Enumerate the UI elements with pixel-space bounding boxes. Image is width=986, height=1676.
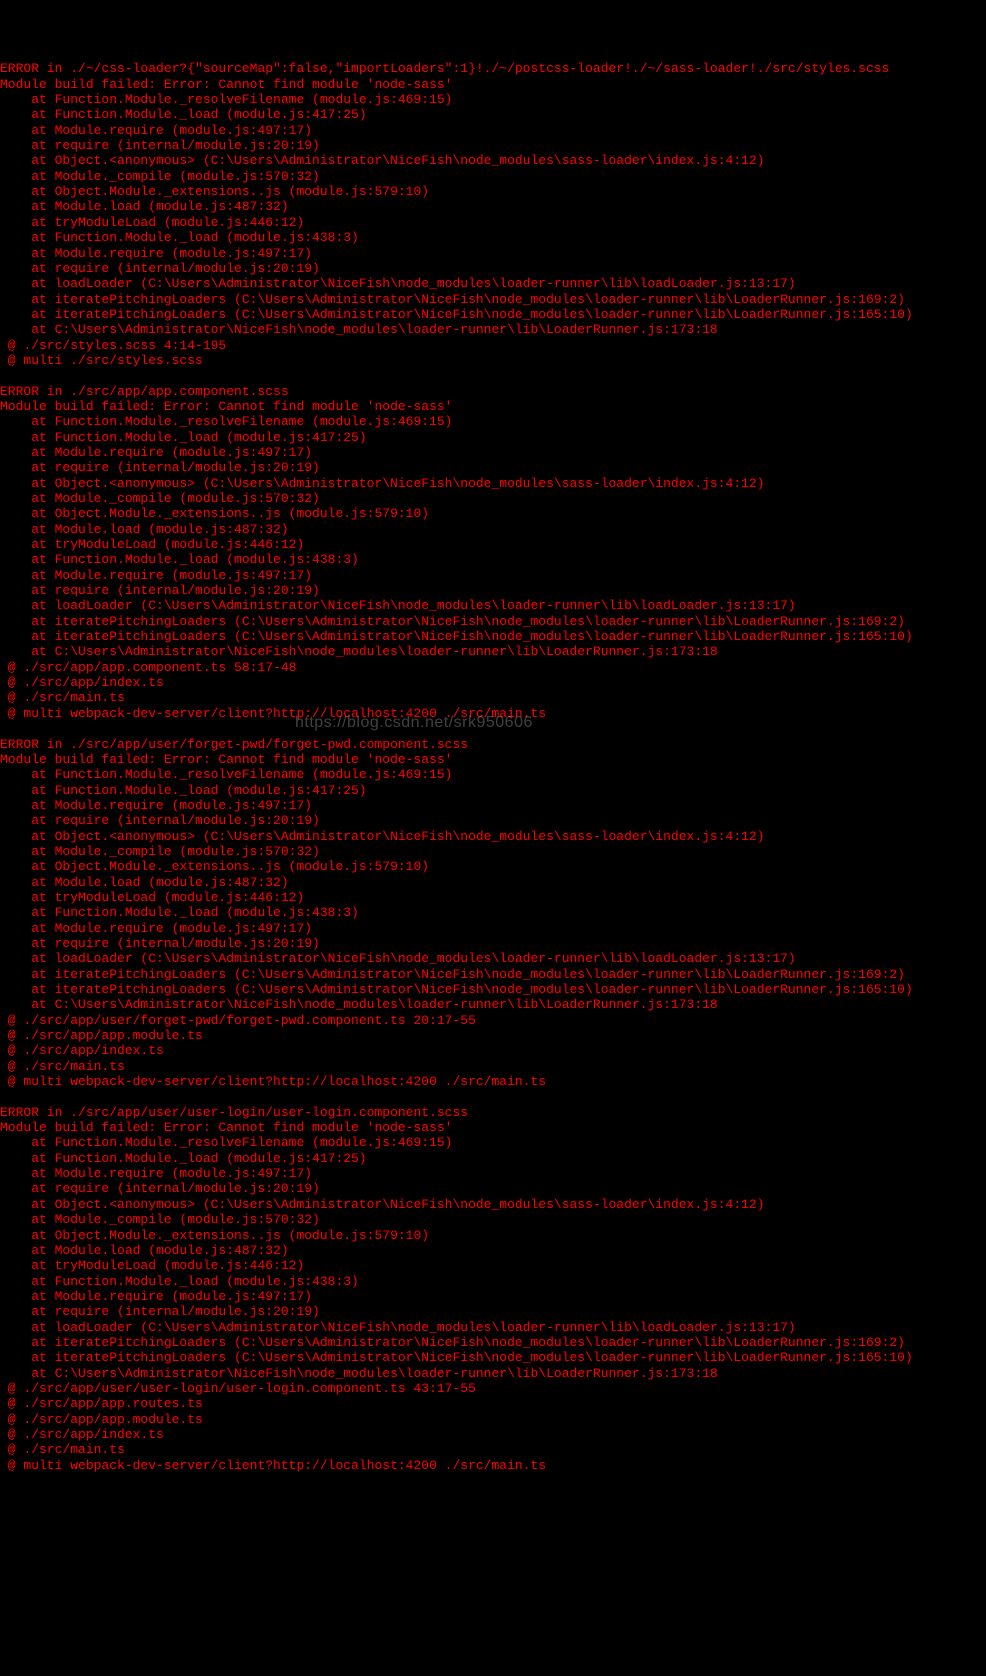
terminal-output: ERROR in ./~/css-loader?{"sourceMap":fal… [0, 61, 986, 1473]
